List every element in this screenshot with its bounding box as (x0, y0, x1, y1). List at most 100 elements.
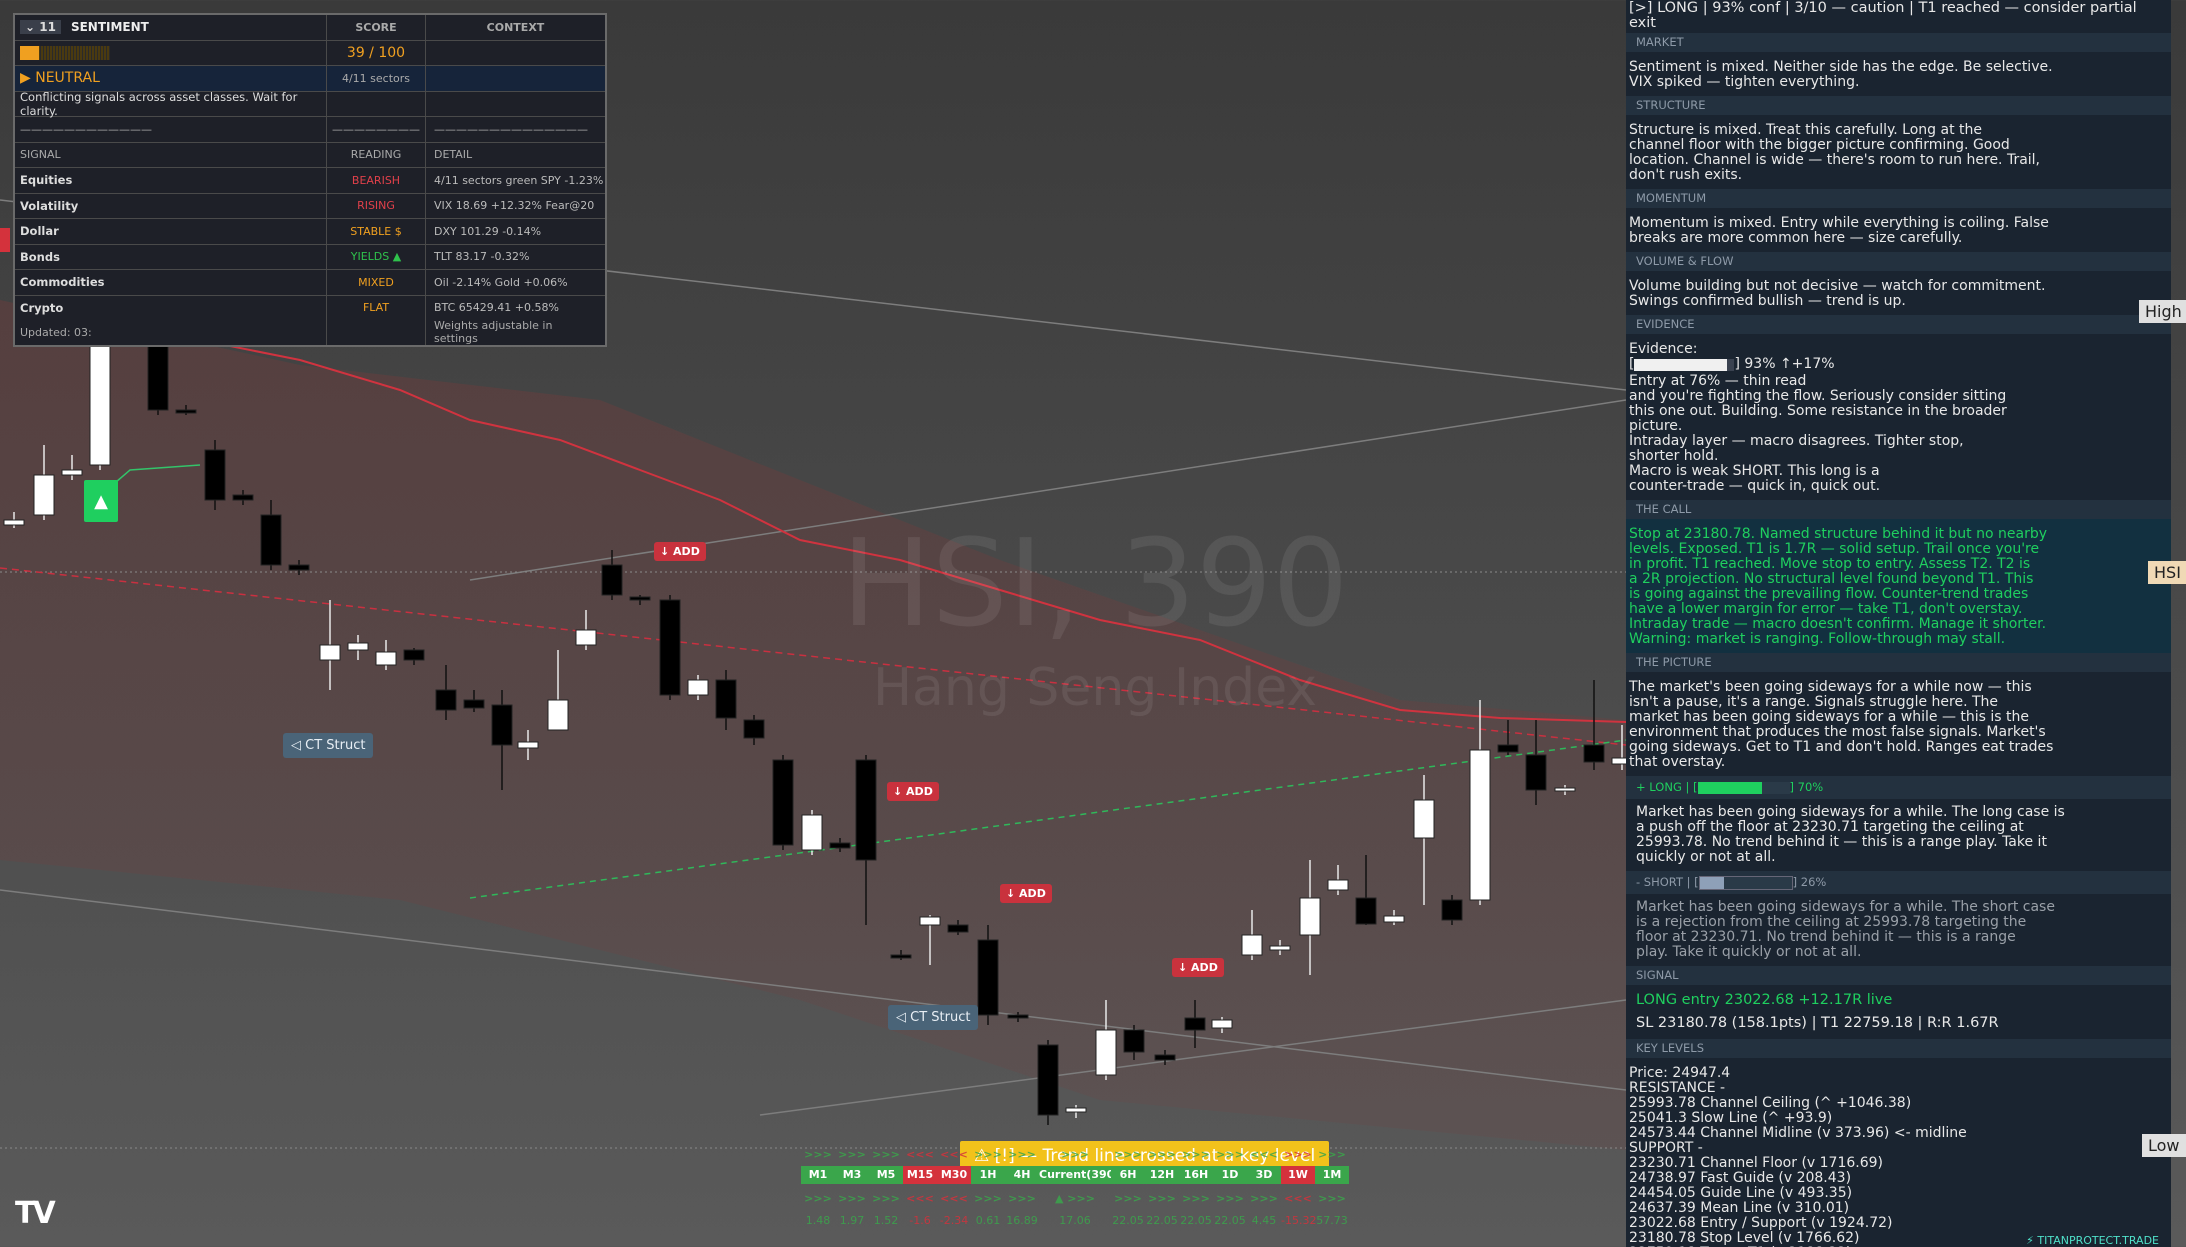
add-tag[interactable]: ↓ ADD (654, 542, 706, 561)
sentiment-signal: Crypto (15, 295, 327, 320)
timeframe-label[interactable]: 1M (1315, 1166, 1349, 1184)
call-text: Stop at 23180.78. Named structure behind… (1626, 519, 2171, 653)
timeframe-bottom: >>> (1008, 1192, 1036, 1205)
structure-text: Structure is mixed. Treat this carefully… (1629, 122, 2041, 183)
timeframe-label[interactable]: M15 (903, 1166, 937, 1184)
timeframe-label[interactable]: 6H (1111, 1166, 1145, 1184)
timeframe-label[interactable]: 12H (1145, 1166, 1179, 1184)
weights-note: Weights adjustable in settings (434, 319, 553, 346)
sentiment-state: ▶ NEUTRAL (15, 66, 327, 91)
timeframe-bottom: <<< (906, 1192, 934, 1205)
score-header: SCORE (327, 15, 426, 40)
divider: —————————————— (434, 122, 588, 136)
structure-section-title: STRUCTURE (1626, 96, 2171, 115)
candle-body (575, 629, 597, 646)
timeframe-bottom: >>> (1216, 1192, 1244, 1205)
tradingview-logo[interactable]: TV (15, 1196, 56, 1231)
sentiment-reading: RISING (327, 193, 426, 218)
market-text: Sentiment is mixed. Neither side has the… (1629, 59, 2053, 90)
candle-body (3, 519, 25, 526)
candle-body (319, 644, 341, 661)
candle-body (1123, 1029, 1145, 1053)
channel-shading (0, 300, 1626, 1150)
timeframe-value: 0.61 (975, 1214, 1001, 1227)
sentiment-title: SENTIMENT (70, 20, 149, 35)
sentiment-detail: 4/11 sectors green SPY -1.23% (434, 173, 604, 187)
timeframe-label[interactable]: M1 (801, 1166, 835, 1184)
timeframe-top: >>> (1148, 1148, 1176, 1161)
timeframe-value: 22.05 (1180, 1214, 1212, 1227)
timeframe-top: >>> (1216, 1148, 1244, 1161)
timeframe-label[interactable]: 3D (1247, 1166, 1281, 1184)
menu-number: 11 (39, 20, 56, 35)
sentiment-reading: YIELDS ▲ (327, 244, 426, 269)
footer-brand[interactable]: ⚡ TITANPROTECT.TRADE (2026, 1234, 2159, 1247)
timeframe-bottom: >>> (974, 1192, 1002, 1205)
sentiment-detail: VIX 18.69 +12.32% Fear@20 (434, 199, 595, 213)
timeframe-value: 22.05 (1146, 1214, 1178, 1227)
timeframe-value: 1.97 (839, 1214, 865, 1227)
timeframe-values: 1.48 1.97 1.52 -1.6 -2.34 0.61 16.89 17.06 22.05… (801, 1212, 1349, 1230)
long-bar (1697, 781, 1790, 794)
long-label: + LONG | [ (1636, 780, 1698, 794)
timeframe-bottom: ▲ >>> (1055, 1192, 1095, 1205)
timeframe-value: 22.05 (1214, 1214, 1246, 1227)
candle-body (260, 514, 282, 566)
timeframe-bottom: >>> (804, 1192, 832, 1205)
timeframe-label[interactable]: 16H (1179, 1166, 1213, 1184)
timeframe-top: <<< (906, 1148, 934, 1161)
add-tag[interactable]: ↓ ADD (1172, 958, 1224, 977)
timeframe-label[interactable]: 4H (1005, 1166, 1039, 1184)
candle-body (1383, 915, 1405, 923)
candle-body (375, 651, 397, 666)
short-bar-fill (1699, 876, 1724, 889)
timeframe-bottom-marks: >>> >>> >>> <<< <<< >>> >>> ▲ >>> >>> >>> >>> >>> >>… (801, 1190, 1349, 1208)
edge-marker (0, 228, 10, 252)
hsi-price-label: HSI (2148, 561, 2186, 584)
candle-body (919, 916, 941, 926)
reading-col-header: READING (327, 142, 426, 167)
timeframe-label[interactable]: M5 (869, 1166, 903, 1184)
buy-signal-marker[interactable]: ▲ (84, 480, 118, 522)
evidence-head: Evidence: (1629, 341, 1698, 357)
momentum-text: Momentum is mixed. Entry while everythin… (1629, 215, 2049, 246)
long-text: Market has been going sideways for a whi… (1636, 804, 2065, 865)
collapse-menu-button[interactable]: ⌄ 11 (20, 20, 61, 35)
ct-struct-label[interactable]: ◁ CT Struct (283, 733, 374, 758)
timeframe-label[interactable]: 1H (971, 1166, 1005, 1184)
timeframe-label[interactable]: Current(390) (1039, 1166, 1119, 1184)
candle-body (601, 564, 623, 596)
timeframe-label[interactable]: M30 (937, 1166, 971, 1184)
evidence-text: Entry at 76% — thin read and you're figh… (1629, 373, 2007, 494)
sentiment-row: Bonds YIELDS ▲ TLT 83.17 -0.32% (15, 244, 605, 270)
add-tag[interactable]: ↓ ADD (887, 782, 939, 801)
candle-body (547, 699, 569, 731)
candle-body (629, 596, 651, 601)
timeframe-top: >>> (974, 1148, 1002, 1161)
timeframe-label[interactable]: 1D (1213, 1166, 1247, 1184)
timeframe-top: >>> (1061, 1148, 1089, 1161)
add-tag[interactable]: ↓ ADD (1000, 884, 1052, 903)
candle-body (347, 642, 369, 651)
sentiment-row: Equities BEARISH 4/11 sectors green SPY -1… (15, 168, 605, 194)
timeframe-bottom: >>> (838, 1192, 866, 1205)
candle-body (1269, 945, 1291, 951)
timeframe-value: -2.34 (939, 1214, 969, 1227)
candle-body (1525, 754, 1547, 791)
candle-body (855, 759, 877, 861)
short-text: Market has been going sideways for a whi… (1636, 899, 2055, 960)
candle-body (1497, 744, 1519, 753)
evidence-bar (1634, 358, 1735, 371)
candle-body (1037, 1044, 1059, 1116)
high-label: High (2139, 300, 2186, 323)
low-label: Low (2142, 1134, 2186, 1157)
timeframe-label[interactable]: M3 (835, 1166, 869, 1184)
short-label: - SHORT | [ (1636, 875, 1699, 889)
timeframe-top: >>> (1114, 1148, 1142, 1161)
timeframe-value: 16.89 (1006, 1214, 1038, 1227)
timeframe-bottom: >>> (1148, 1192, 1176, 1205)
picture-section-title: THE PICTURE (1626, 653, 2171, 672)
ct-struct-label[interactable]: ◁ CT Struct (888, 1005, 979, 1030)
evidence-section-title: EVIDENCE (1626, 315, 2171, 334)
timeframe-label[interactable]: 1W (1281, 1166, 1315, 1184)
